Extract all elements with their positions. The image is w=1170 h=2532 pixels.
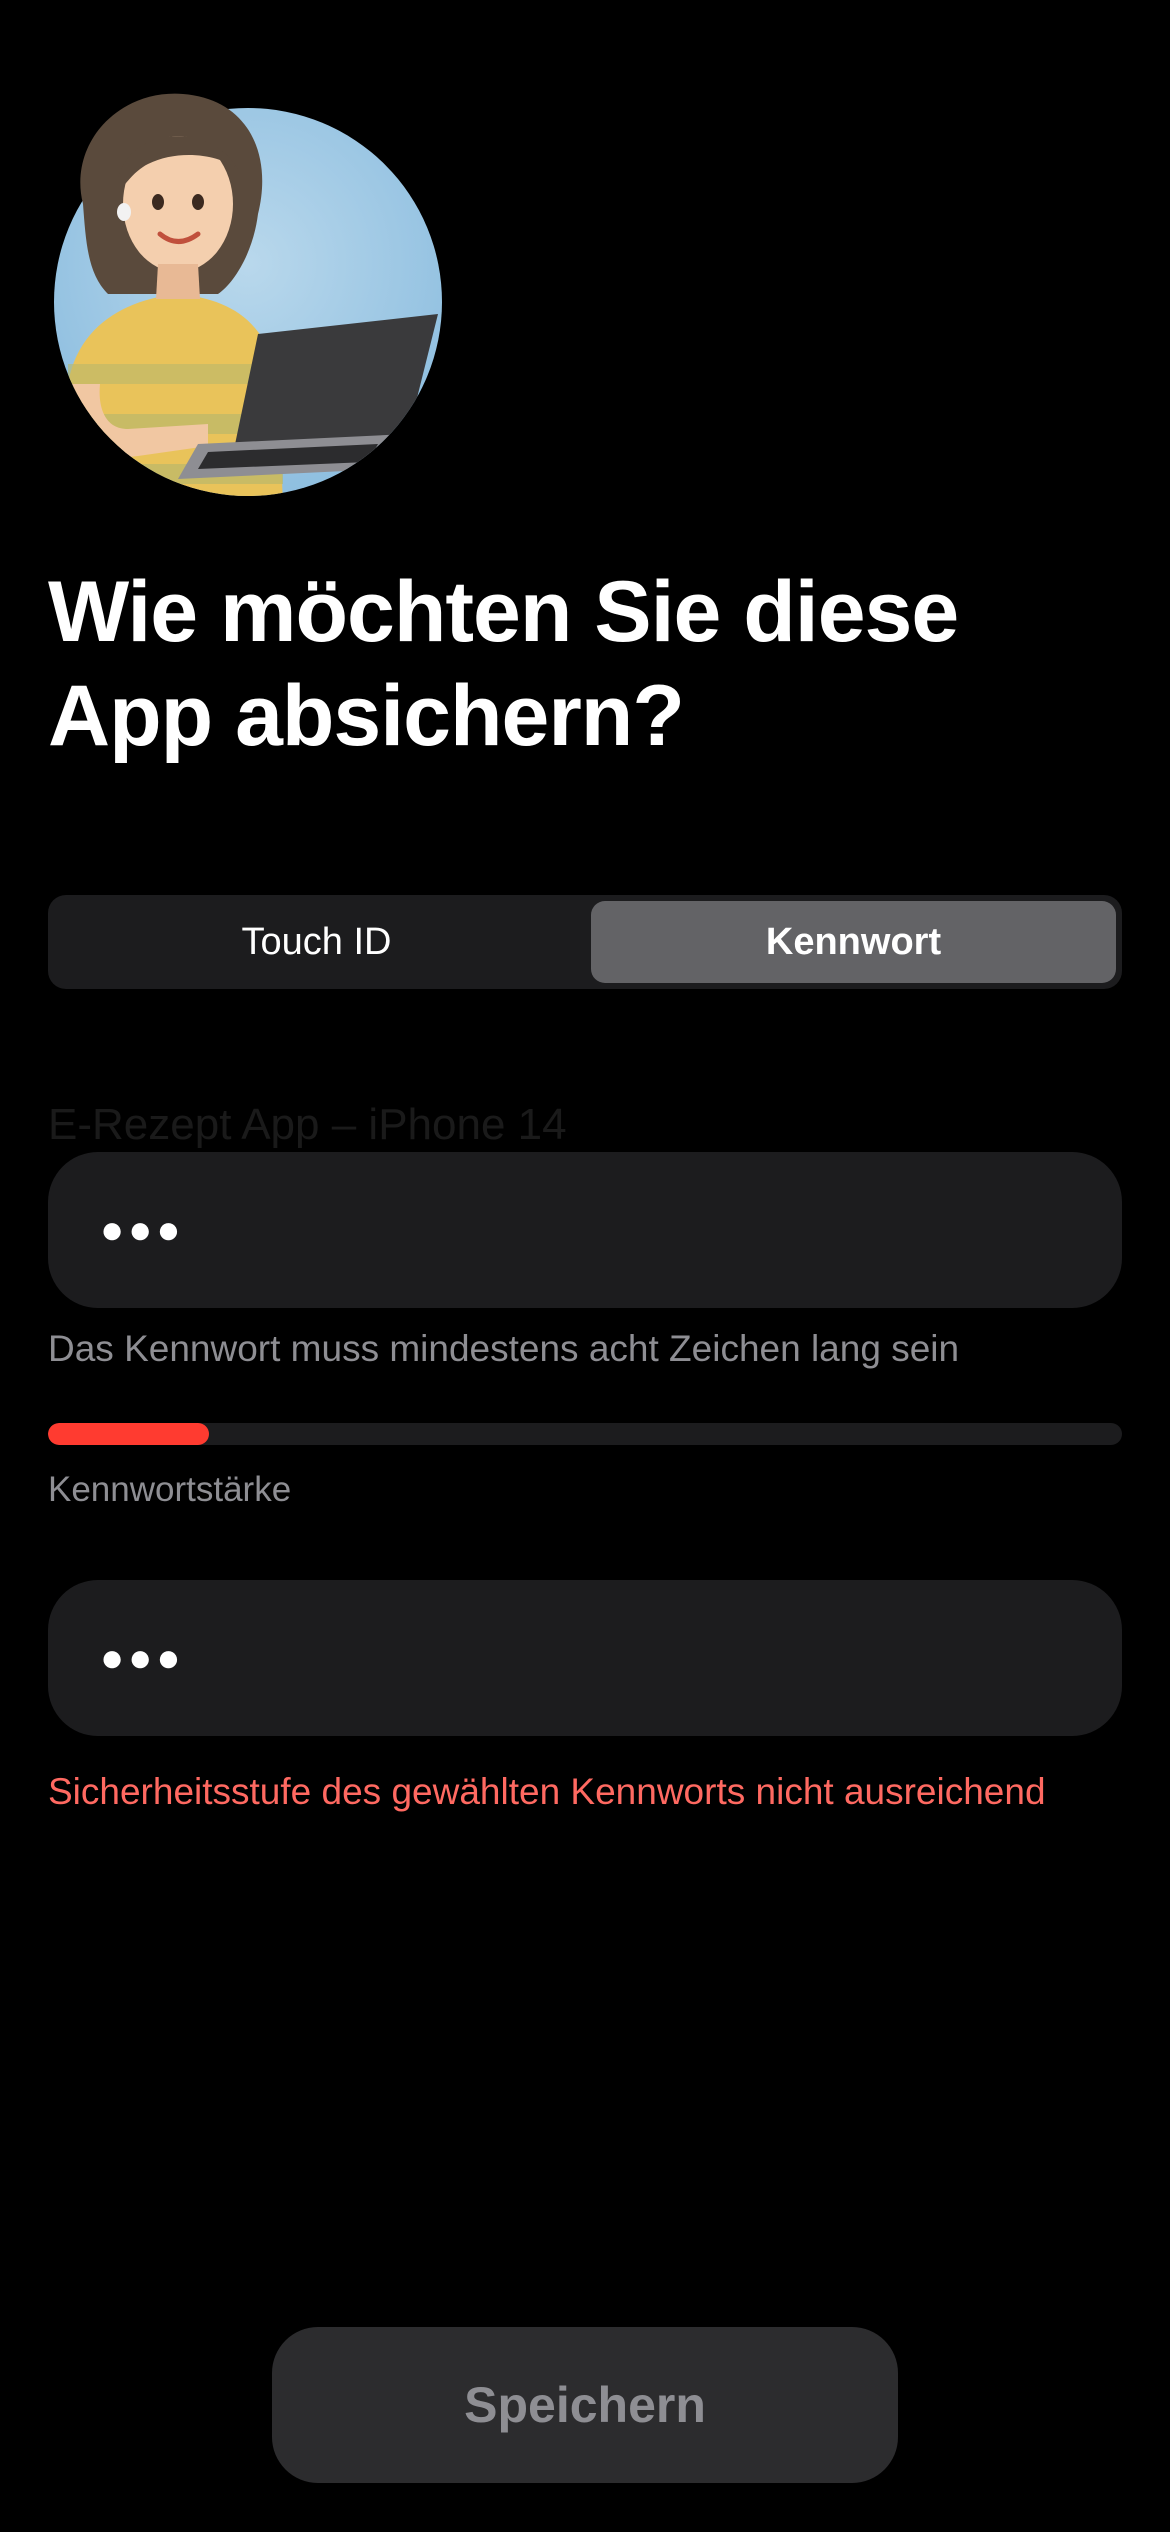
segment-kennwort[interactable]: Kennwort <box>591 901 1116 983</box>
auth-method-segmented-control: Touch ID Kennwort <box>48 895 1122 989</box>
confirm-password-value: ●●● <box>100 1635 185 1680</box>
password-value: ●●● <box>100 1207 185 1252</box>
password-strength-fill <box>48 1423 210 1445</box>
password-error-message: Sicherheitsstufe des gewählten Kennworts… <box>48 1771 1046 1812</box>
confirm-password-field[interactable]: ●●● <box>48 1580 1122 1736</box>
password-hint: Das Kennwort muss mindestens acht Zeiche… <box>48 1328 960 1369</box>
save-button[interactable]: Speichern <box>272 2327 898 2483</box>
password-strength-bar <box>48 1423 1122 1445</box>
page-title-line2: App absichern? <box>48 668 685 764</box>
page-title: Wie möchten Sie diese App absichern? <box>48 560 1108 768</box>
segment-touch-id[interactable]: Touch ID <box>54 901 579 983</box>
avatar-illustration <box>48 84 448 504</box>
page-title-line1: Wie möchten Sie diese <box>48 564 959 660</box>
password-strength-label: Kennwortstärke <box>48 1470 292 1509</box>
background-label: E-Rezept App – iPhone 14 <box>48 1100 567 1149</box>
password-field[interactable]: ●●● <box>48 1152 1122 1308</box>
